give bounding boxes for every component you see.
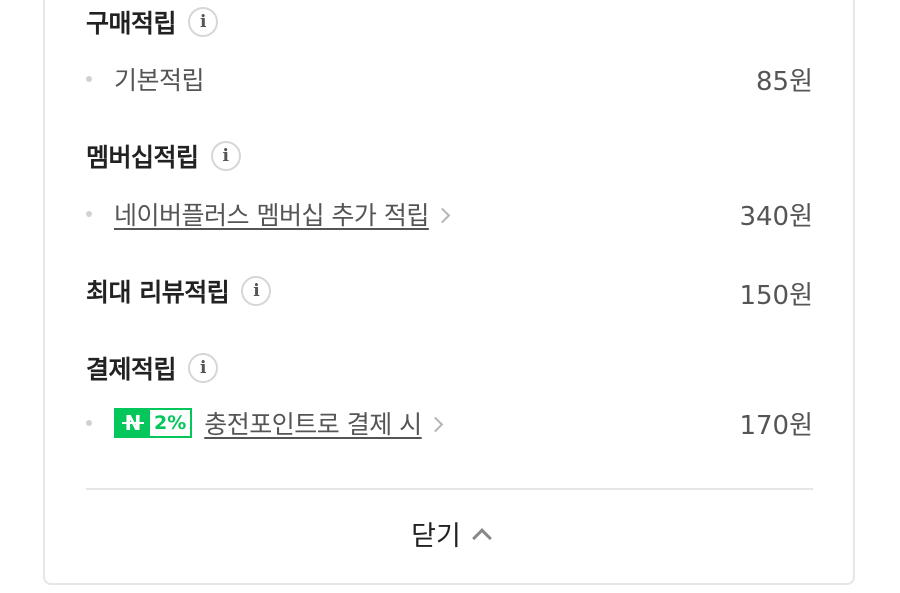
purchase-reward-title: 구매적립 i	[86, 4, 219, 40]
bullet-icon	[86, 420, 92, 426]
basic-reward-label: 기본적립	[114, 66, 205, 95]
charge-point-payment-link[interactable]: 충전포인트로 결제 시	[204, 405, 422, 441]
review-reward-title-text: 최대 리뷰적립	[86, 278, 230, 307]
basic-reward-amount: 85원	[755, 66, 813, 97]
info-icon[interactable]: i	[210, 141, 241, 171]
bullet-icon	[86, 76, 92, 82]
info-icon[interactable]: i	[188, 353, 219, 383]
list-item-payment-reward: N 2% 충전포인트로 결제 시 170원	[86, 403, 813, 443]
membership-reward-title: 멤버십적립 i	[86, 138, 241, 174]
review-reward-amount: 150원	[739, 281, 813, 311]
info-icon[interactable]: i	[188, 7, 219, 37]
membership-reward-title-text: 멤버십적립	[86, 143, 199, 172]
naver-plus-membership-link[interactable]: 네이버플러스 멤버십 추가 적립	[114, 196, 429, 232]
payment-reward-title-text: 결제적립	[86, 355, 177, 384]
divider	[86, 488, 813, 490]
naver-pay-percent: 2%	[154, 412, 187, 434]
review-reward-title: 최대 리뷰적립 i	[86, 273, 272, 309]
info-icon[interactable]: i	[241, 276, 272, 306]
purchase-reward-title-text: 구매적립	[86, 9, 177, 38]
chevron-right-icon[interactable]	[434, 207, 451, 223]
membership-reward-amount: 340원	[739, 201, 813, 232]
list-item-membership-reward: 네이버플러스 멤버십 추가 적립 340원	[86, 194, 813, 234]
naver-pay-logo-icon: N	[116, 410, 150, 436]
chevron-up-icon	[471, 527, 492, 548]
list-item-basic-reward: 기본적립 85원	[86, 59, 813, 99]
chevron-right-icon[interactable]	[427, 416, 443, 432]
close-button[interactable]: 닫기	[0, 514, 900, 553]
payment-reward-amount: 170원	[739, 410, 813, 441]
close-button-label: 닫기	[411, 521, 461, 552]
bullet-icon	[86, 211, 92, 217]
naver-pay-badge: N 2%	[114, 408, 193, 438]
payment-reward-title: 결제적립 i	[86, 350, 219, 386]
